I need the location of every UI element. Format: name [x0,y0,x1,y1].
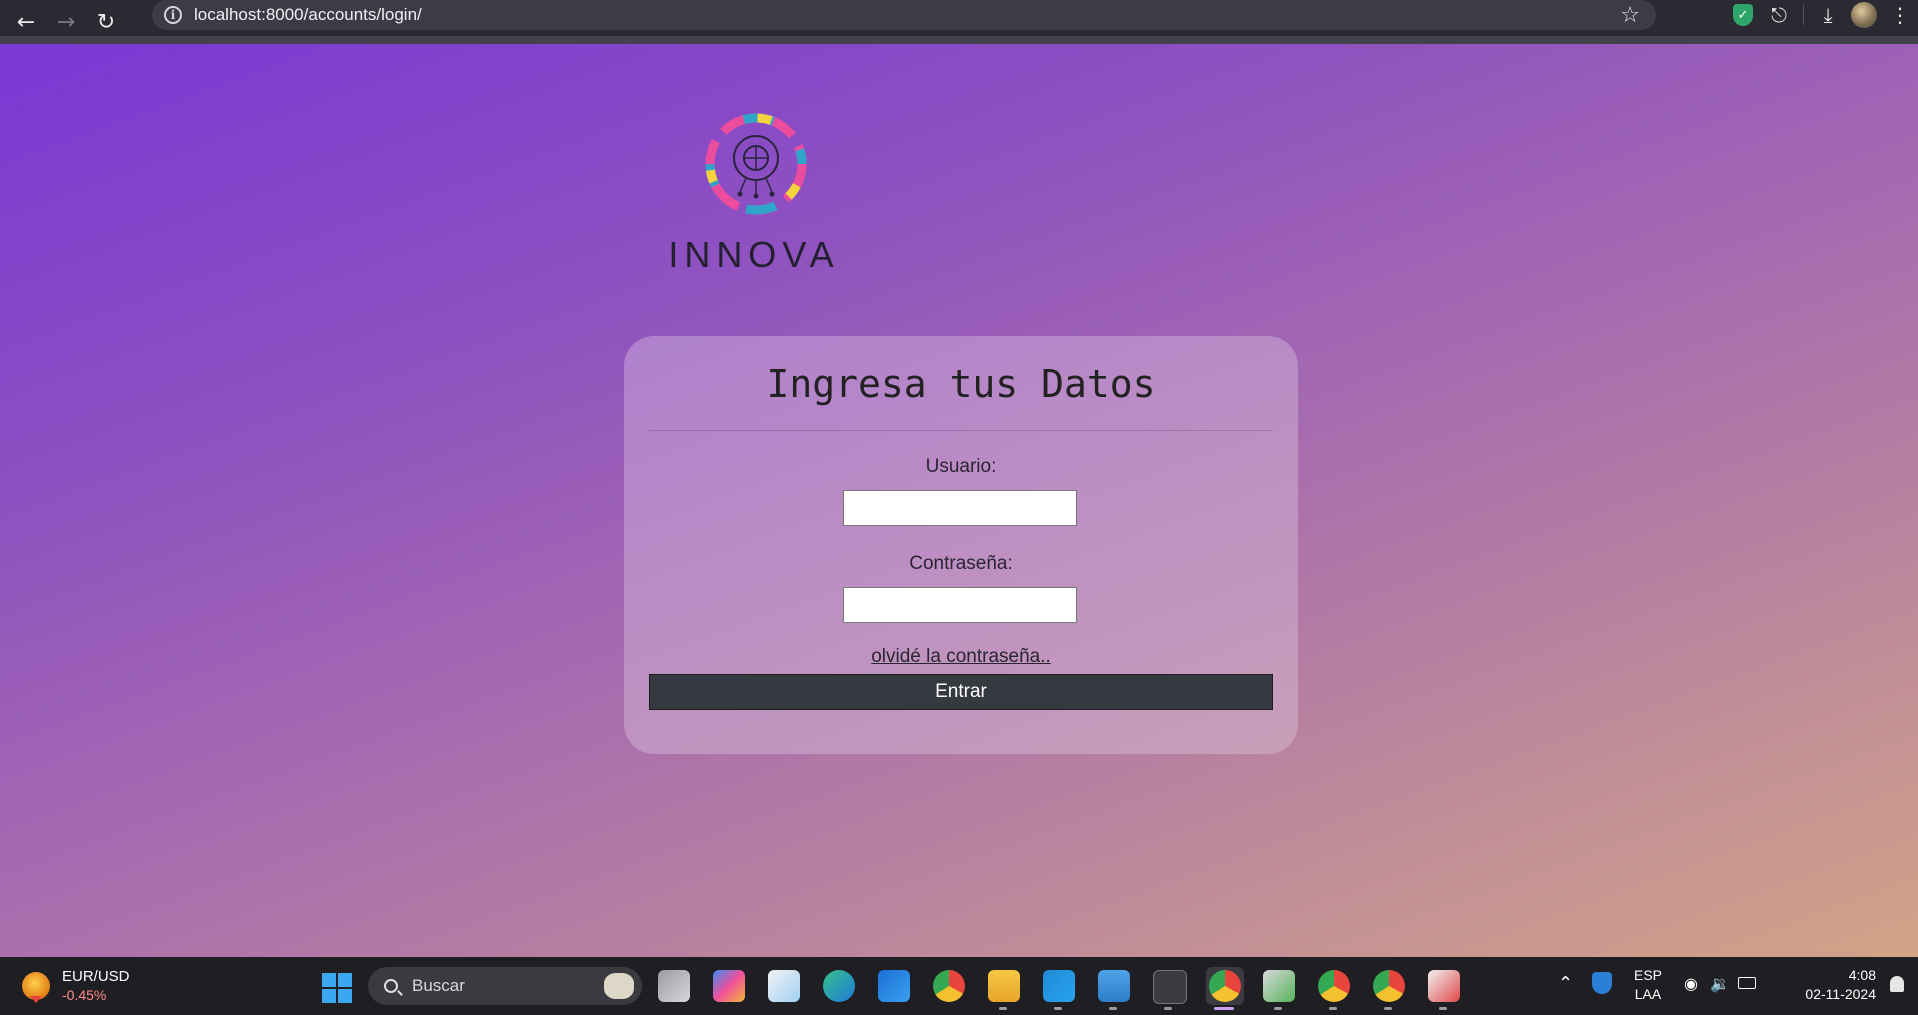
notification-bell-icon[interactable] [1890,976,1904,992]
innova-logo: INNOVA [668,110,840,275]
outlook-icon[interactable] [878,970,910,1002]
login-submit-button[interactable]: Entrar [649,674,1273,710]
file-explorer-icon[interactable] [988,970,1020,1002]
language-code: ESP [1634,967,1663,983]
volume-icon[interactable]: 🔉 [1710,974,1730,994]
vscode-icon[interactable] [1043,970,1075,1002]
username-input[interactable] [843,490,1077,526]
chrome-profile-icon[interactable] [1318,970,1350,1002]
currency-change: -0.45% [62,987,107,1003]
wifi-icon[interactable]: ◉ [1684,974,1698,994]
taskbar-search[interactable]: Buscar [368,967,642,1005]
search-icon [384,979,398,993]
edge-icon[interactable] [823,970,855,1002]
currency-widget[interactable]: EUR/USD -0.45% [22,967,130,1005]
site-info-icon[interactable]: i [164,6,182,24]
toolbar-bottom-strip [0,36,1918,44]
login-title: Ingresa tus Datos [766,362,1156,406]
chrome-active-icon[interactable] [1209,970,1241,1002]
search-placeholder: Buscar [412,976,465,995]
bookmark-star-icon[interactable]: ☆ [1620,3,1640,28]
running-indicator [1329,1007,1337,1010]
battery-icon[interactable] [1738,977,1756,989]
copilot-icon[interactable] [713,970,745,1002]
running-indicator [1164,1007,1172,1010]
logo-wordmark: INNOVA [668,234,840,275]
currency-pair: EUR/USD [62,968,130,985]
active-indicator [1214,1007,1234,1010]
system-tray: ⌃ ESP LAA ◉ 🔉 4:08 02-11-2024 [1548,957,1918,1015]
browser-actions: ✓ ⎋ ⤓ ⋮ [1725,0,1918,30]
forgot-password-link[interactable]: olvidé la contraseña.. [871,646,1051,667]
snipping-tool-icon[interactable] [1428,970,1460,1002]
running-indicator [1439,1007,1447,1010]
toolbar-divider [1803,5,1804,25]
windows-start-icon[interactable] [322,973,352,1003]
coins-icon [22,972,50,1003]
username-label: Usuario: [925,456,997,477]
keyboard-layout: LAA [1634,986,1662,1002]
menu-kebab-icon[interactable]: ⋮ [1882,0,1918,30]
login-page: INNOVA Ingresa tus Datos Usuario: Contra… [0,44,1918,957]
chrome-icon[interactable] [933,970,965,1002]
media-app-icon[interactable] [1263,970,1295,1002]
clock[interactable]: 4:08 02-11-2024 [1756,966,1876,1004]
downloads-icon[interactable]: ⤓ [1810,0,1846,30]
terminal-icon[interactable] [1153,970,1187,1004]
password-input[interactable] [843,587,1077,623]
chrome-icon[interactable] [1373,970,1405,1002]
notepad-icon[interactable] [1098,970,1130,1002]
forgot-password-container: olvidé la contraseña.. [624,646,1298,668]
running-indicator [999,1007,1007,1010]
running-indicator [1384,1007,1392,1010]
clock-time: 4:08 [1848,967,1876,983]
task-view-icon[interactable] [658,970,690,1002]
microsoft-store-icon[interactable] [768,970,800,1002]
login-card: Ingresa tus Datos Usuario: Contraseña: o… [624,336,1298,754]
clock-date: 02-11-2024 [1805,986,1876,1002]
chevron-up-icon[interactable]: ⌃ [1558,973,1573,994]
shield-extension-icon[interactable]: ✓ [1725,0,1761,30]
profile-avatar[interactable] [1846,0,1882,30]
extensions-puzzle-icon[interactable]: ⎋ [1761,0,1797,30]
running-indicator [1109,1007,1117,1010]
windows-taskbar: EUR/USD -0.45% Buscar ⌃ ESP LAA ◉ 🔉 4:08… [0,957,1918,1015]
defender-shield-icon[interactable] [1592,972,1612,994]
title-divider [649,430,1273,431]
running-indicator [1054,1007,1062,1010]
language-indicator[interactable]: ESP LAA [1634,966,1662,1004]
address-bar[interactable]: i localhost:8000/accounts/login/ ☆ [152,0,1656,30]
search-highlight-skull-icon [604,973,634,999]
password-label: Contraseña: [909,553,1013,574]
url-text[interactable]: localhost:8000/accounts/login/ [194,5,422,25]
gear-globe-icon [705,113,807,215]
running-indicator [1274,1007,1282,1010]
